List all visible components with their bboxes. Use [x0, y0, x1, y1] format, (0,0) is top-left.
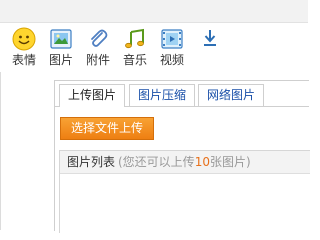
top-strip: [0, 0, 308, 23]
download-arrow-icon[interactable]: [203, 29, 217, 49]
emoji-label: 表情: [11, 53, 36, 67]
upload-remaining-hint: (您还可以上传10张图片): [118, 151, 251, 173]
image-list-header: 图片列表 (您还可以上传10张图片): [60, 151, 310, 174]
picture-icon: [50, 29, 72, 49]
choose-file-upload-button[interactable]: 选择文件上传: [60, 117, 154, 140]
hint-suffix: 张图片): [209, 155, 251, 169]
picture-button[interactable]: 图片: [46, 27, 76, 67]
paperclip-icon: [91, 29, 108, 47]
smiley-icon: [12, 27, 36, 51]
image-list: 图片列表 (您还可以上传10张图片): [59, 150, 310, 233]
image-upload-panel: 上传图片 图片压缩 网络图片 选择文件上传 图片列表 (您还可以上传10张图片): [54, 80, 310, 233]
hint-prefix: (您还可以上传: [118, 155, 195, 169]
emoji-button[interactable]: 表情: [9, 27, 39, 67]
tab-upload-image[interactable]: 上传图片: [59, 84, 126, 107]
video-label: 视频: [159, 53, 184, 67]
attachment-button[interactable]: 附件: [83, 27, 113, 67]
video-button[interactable]: 视频: [157, 27, 187, 67]
music-label: 音乐: [122, 53, 147, 67]
attachment-label: 附件: [85, 53, 110, 67]
picture-label: 图片: [48, 53, 73, 67]
editor-toolbar: 表情 图片 附件 音乐 视频: [0, 23, 308, 71]
upload-tabs: 上传图片 图片压缩 网络图片: [55, 81, 309, 107]
image-list-title: 图片列表: [67, 155, 116, 169]
tab-image-compress[interactable]: 图片压缩: [129, 84, 196, 106]
music-button[interactable]: 音乐: [120, 27, 150, 67]
editor-left-border: [0, 72, 1, 230]
video-film-icon: [161, 29, 183, 49]
tab-network-image[interactable]: 网络图片: [198, 84, 265, 106]
remaining-count: 10: [194, 155, 210, 169]
music-note-icon: [125, 28, 144, 49]
